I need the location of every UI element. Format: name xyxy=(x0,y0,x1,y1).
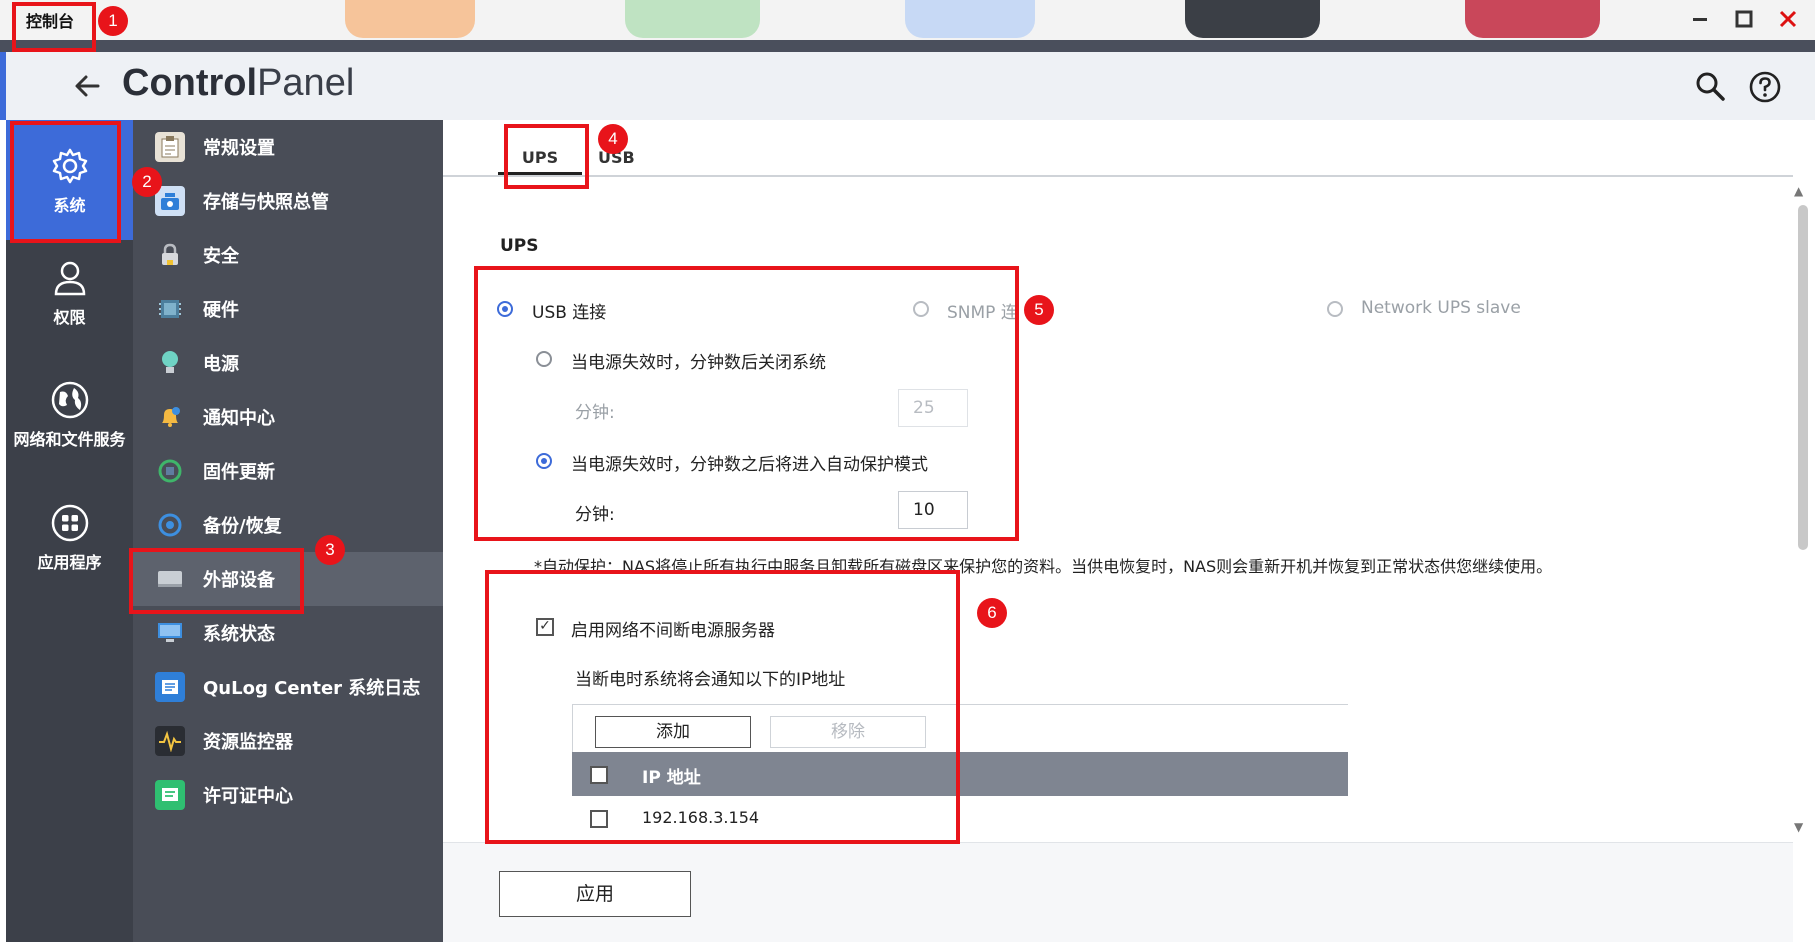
menu-item-label: 常规设置 xyxy=(203,138,275,159)
rail-item-label: 网络和文件服务 xyxy=(13,430,126,449)
rail-item-applications[interactable]: 应用程序 xyxy=(6,503,133,572)
backup-icon xyxy=(155,510,185,540)
minimize-icon[interactable] xyxy=(1687,6,1713,32)
menu-item-label: 安全 xyxy=(203,246,239,267)
app-brand: ControlPanel xyxy=(122,62,354,105)
window-title-bar xyxy=(0,0,1815,40)
annotation-badge-4: 4 xyxy=(598,124,628,154)
qulog-icon xyxy=(155,672,185,702)
brand-light: Panel xyxy=(257,62,355,104)
menu-item-label: 硬件 xyxy=(203,300,239,321)
background-app-icon xyxy=(1185,0,1320,38)
menu-item-label: 备份/恢复 xyxy=(203,516,282,537)
firmware-icon xyxy=(155,456,185,486)
lock-icon xyxy=(155,240,185,270)
annotation-badge-5: 5 xyxy=(1024,295,1054,325)
annotation-box-6 xyxy=(485,570,960,844)
storage-icon xyxy=(155,186,185,216)
resource-monitor-icon xyxy=(155,726,185,756)
scroll-up-icon[interactable]: ▲ xyxy=(1794,184,1803,198)
tab-divider xyxy=(443,175,1793,177)
search-icon[interactable] xyxy=(1694,70,1726,102)
maximize-icon[interactable] xyxy=(1731,6,1757,32)
menu-item-general-settings[interactable]: 常规设置 xyxy=(133,120,443,174)
power-bulb-icon xyxy=(155,348,185,378)
annotation-box-5 xyxy=(474,266,1019,541)
menu-item-backup-restore[interactable]: 备份/恢复 xyxy=(133,498,443,552)
menu-item-label: 固件更新 xyxy=(203,462,275,483)
menu-item-system-status[interactable]: 系统状态 xyxy=(133,606,443,660)
menu-item-storage-snapshots[interactable]: 存储与快照总管 xyxy=(133,174,443,228)
app-header: ControlPanel xyxy=(0,52,1815,120)
background-app-icon xyxy=(905,0,1035,38)
menu-item-label: 存储与快照总管 xyxy=(203,192,329,213)
notification-icon xyxy=(155,402,185,432)
annotation-box-3 xyxy=(129,548,304,614)
annotation-box-2 xyxy=(10,121,121,243)
apps-grid-icon xyxy=(50,503,90,547)
hardware-icon xyxy=(155,294,185,324)
general-settings-icon xyxy=(155,132,185,162)
annotation-badge-1: 1 xyxy=(98,6,128,36)
radio-network-ups-slave[interactable] xyxy=(1327,301,1343,317)
menu-item-label: 电源 xyxy=(203,354,239,375)
scroll-down-icon[interactable]: ▼ xyxy=(1794,820,1803,834)
menu-item-notification-center[interactable]: 通知中心 xyxy=(133,390,443,444)
menu-item-resource-monitor[interactable]: 资源监控器 xyxy=(133,714,443,768)
annotation-box-1 xyxy=(12,2,96,52)
menu-item-hardware[interactable]: 硬件 xyxy=(133,282,443,336)
rail-item-label: 权限 xyxy=(53,308,86,327)
license-icon xyxy=(155,780,185,810)
rail-item-label: 应用程序 xyxy=(37,553,102,572)
menu-item-license-center[interactable]: 许可证中心 xyxy=(133,768,443,822)
annotation-badge-6: 6 xyxy=(977,598,1007,628)
close-icon[interactable] xyxy=(1775,6,1801,32)
brand-bold: Control xyxy=(122,62,258,104)
window-frame-bar xyxy=(0,40,1815,52)
annotation-badge-2: 2 xyxy=(132,167,162,197)
apply-button[interactable]: 应用 xyxy=(499,871,691,917)
category-rail: 系统 权限 网络和文件服务 应用程序 xyxy=(6,120,133,942)
radio-network-ups-slave-label: Network UPS slave xyxy=(1361,298,1521,318)
background-app-icon xyxy=(1465,0,1600,38)
background-app-icon xyxy=(345,0,475,38)
rail-item-permissions[interactable]: 权限 xyxy=(6,258,133,327)
menu-item-label: 许可证中心 xyxy=(203,786,293,807)
menu-item-power[interactable]: 电源 xyxy=(133,336,443,390)
section-title: UPS xyxy=(500,236,539,256)
menu-item-label: 资源监控器 xyxy=(203,732,293,753)
menu-item-label: 通知中心 xyxy=(203,408,275,429)
rail-item-network-file-services[interactable]: 网络和文件服务 xyxy=(6,380,133,449)
menu-item-qulog-center[interactable]: QuLog Center 系统日志 xyxy=(133,660,443,714)
menu-item-label: 系统状态 xyxy=(203,624,275,645)
help-icon[interactable] xyxy=(1748,70,1782,104)
background-app-icon xyxy=(625,0,760,38)
annotation-badge-3: 3 xyxy=(315,535,345,565)
menu-item-label: QuLog Center 系统日志 xyxy=(203,678,421,699)
user-icon xyxy=(50,258,90,302)
back-arrow-icon[interactable] xyxy=(68,66,108,106)
settings-menu: 常规设置 存储与快照总管 安全 硬件 电源 通知中心 固件更新 备份/恢复 外部… xyxy=(133,120,443,942)
globe-icon xyxy=(50,380,90,424)
monitor-icon xyxy=(155,618,185,648)
menu-item-security[interactable]: 安全 xyxy=(133,228,443,282)
annotation-box-4 xyxy=(504,124,589,189)
scrollbar-thumb[interactable] xyxy=(1798,205,1808,550)
menu-item-firmware-update[interactable]: 固件更新 xyxy=(133,444,443,498)
